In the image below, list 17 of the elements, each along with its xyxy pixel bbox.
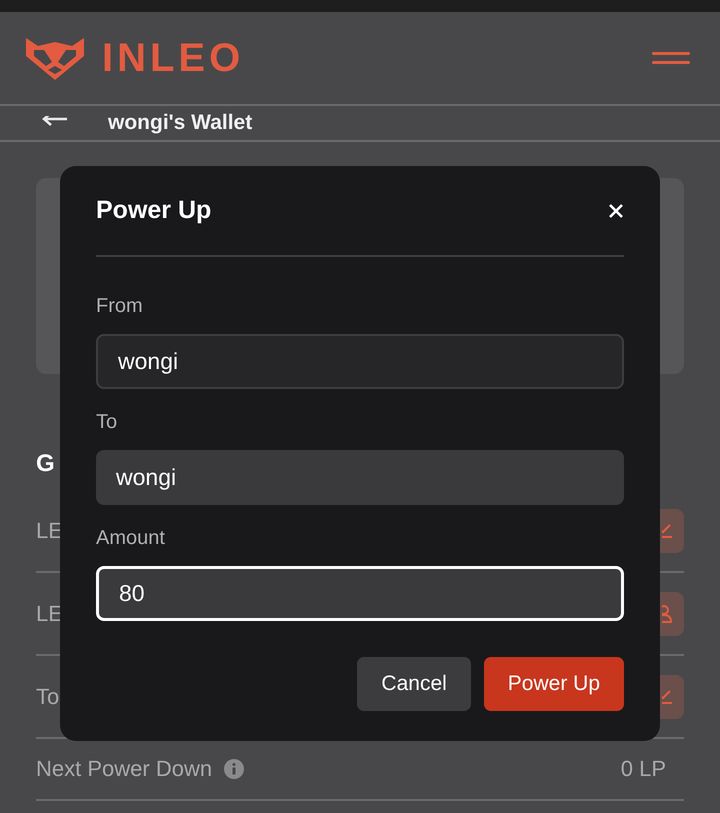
cancel-button[interactable]: Cancel: [357, 657, 471, 712]
row-label: Next Power Down: [36, 756, 212, 782]
field-label: From: [96, 295, 144, 318]
page-title: wongi's Wallet: [108, 111, 252, 135]
row-label: To: [36, 684, 60, 710]
section-heading: G: [36, 450, 55, 479]
input-field[interactable]: wongi: [96, 334, 624, 390]
row-value: 0 LP: [620, 756, 666, 782]
input-field[interactable]: 80: [96, 566, 624, 622]
field-label: Amount: [96, 527, 166, 550]
close-icon[interactable]: [608, 202, 624, 219]
dialog-title: Power Up: [96, 196, 212, 226]
info-icon[interactable]: [224, 759, 244, 779]
field-label: To: [96, 411, 118, 434]
menu-icon[interactable]: [652, 51, 690, 65]
power-up-button[interactable]: Power Up: [484, 657, 624, 712]
input-field[interactable]: wongi: [96, 450, 624, 506]
